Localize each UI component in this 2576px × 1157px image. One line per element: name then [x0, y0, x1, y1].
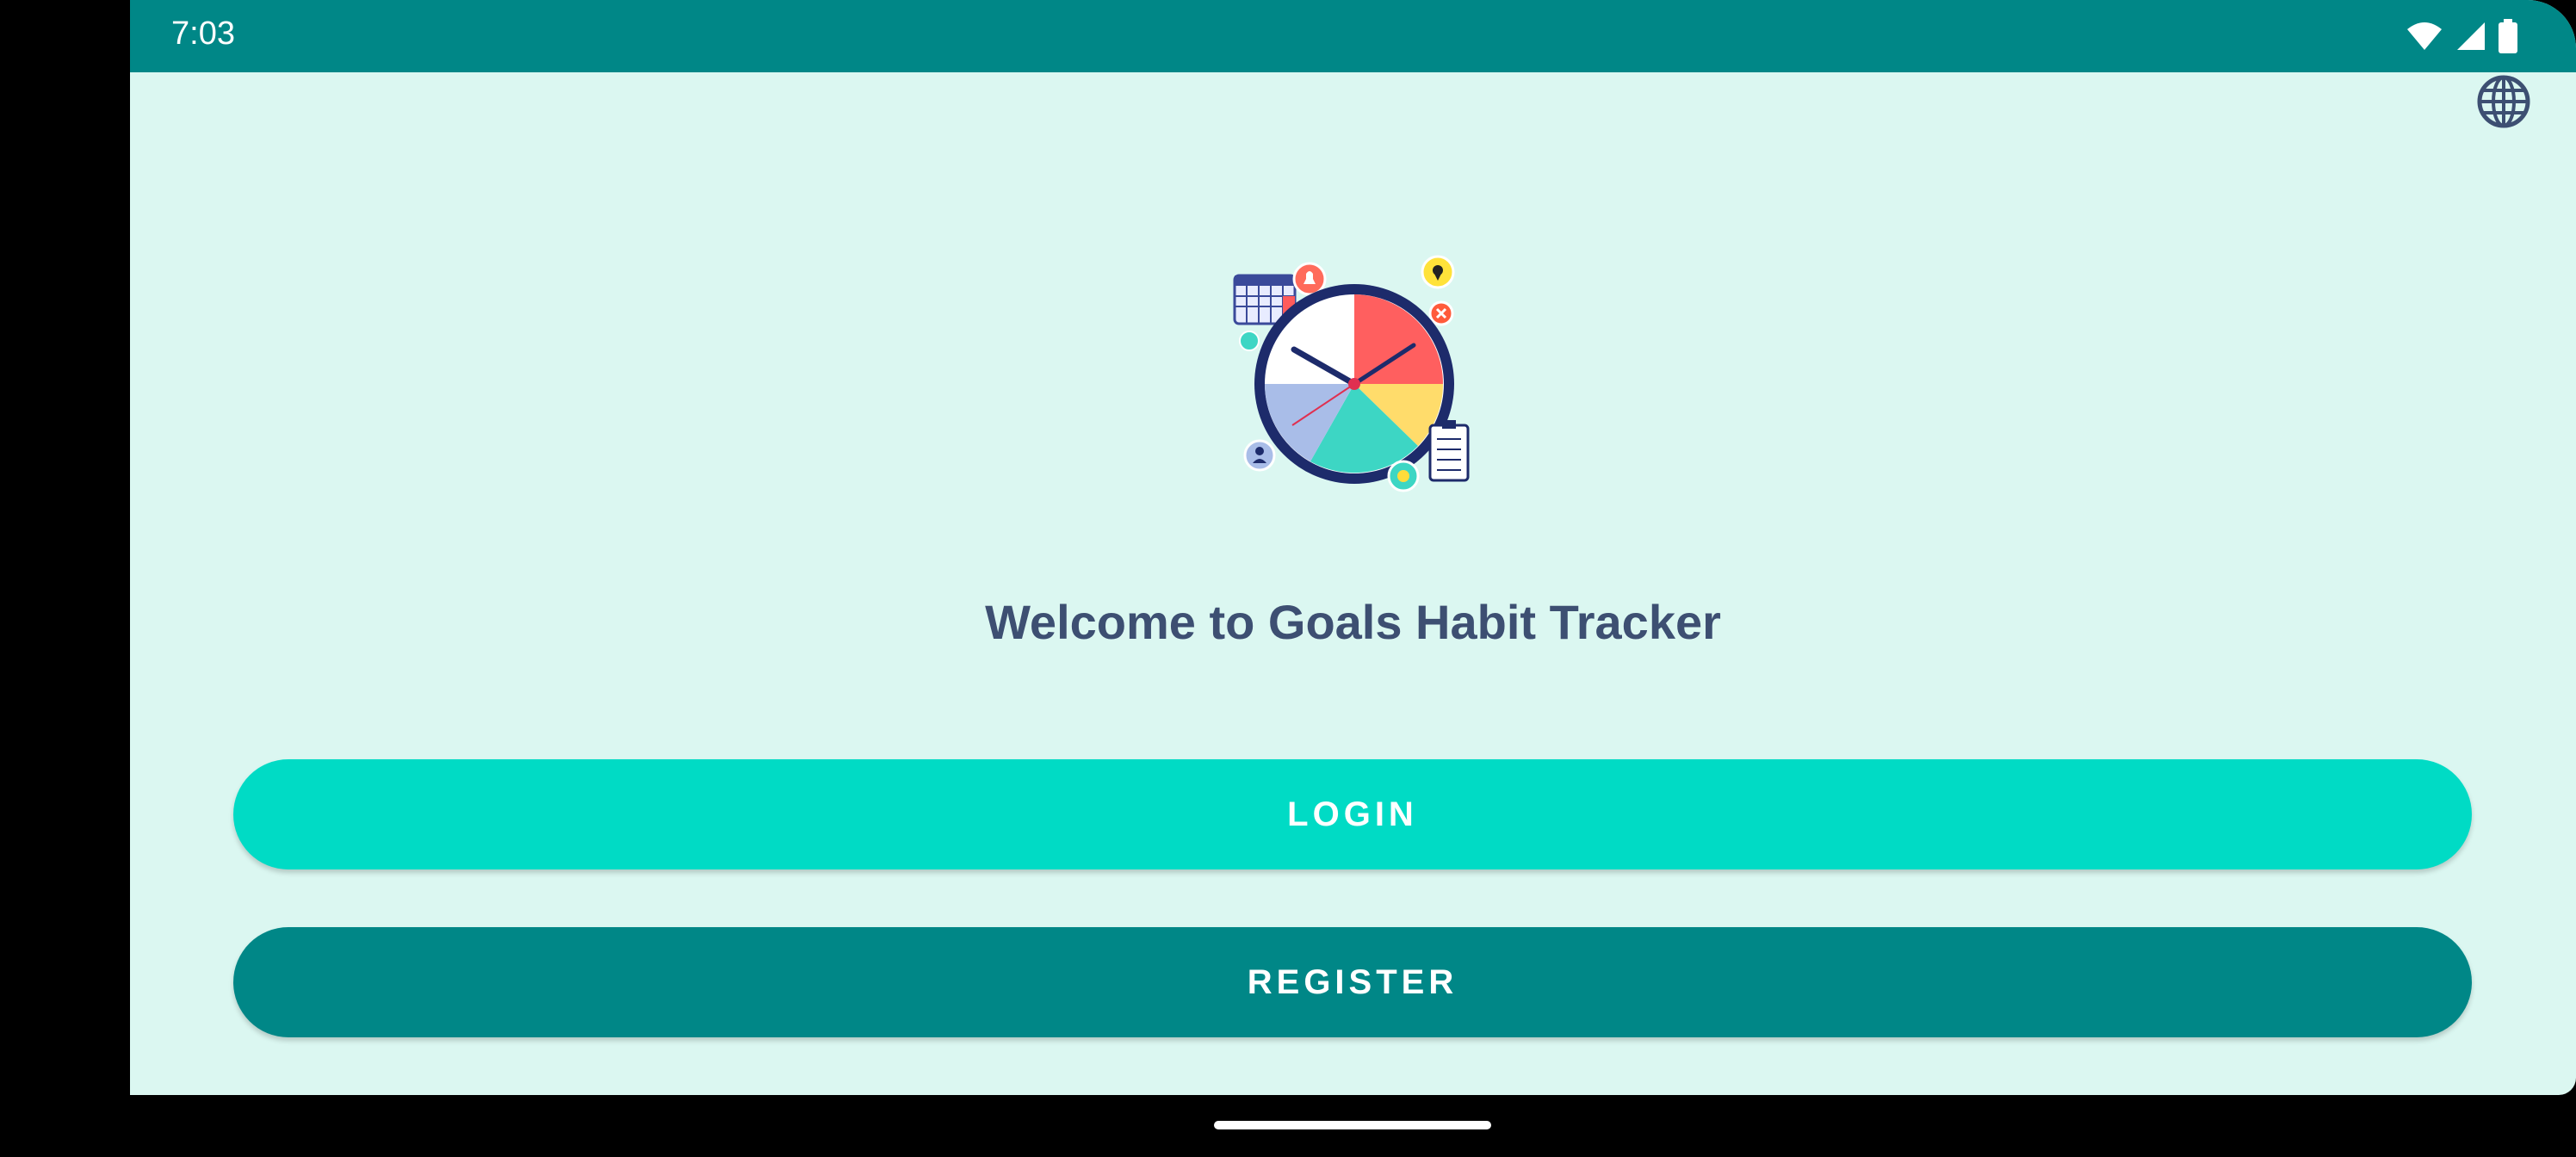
- home-gesture-handle[interactable]: [1214, 1121, 1491, 1129]
- app-screen: 7:03 Welcome to Goals Habit Tracker LOGI…: [130, 0, 2576, 1095]
- register-button-label: REGISTER: [1247, 962, 1458, 1001]
- register-button[interactable]: REGISTER: [233, 927, 2472, 1037]
- globe-icon[interactable]: [2476, 74, 2531, 129]
- signal-icon: [2457, 22, 2485, 50]
- clipboard-icon: [1428, 420, 1470, 482]
- status-icons: [2406, 17, 2517, 55]
- login-button[interactable]: LOGIN: [233, 759, 2472, 869]
- habit-clock-illustration: [1233, 255, 1470, 492]
- welcome-title: Welcome to Goals Habit Tracker: [985, 595, 1721, 649]
- battery-icon: [2499, 19, 2517, 53]
- wifi-icon: [2407, 22, 2442, 50]
- status-time: 7:03: [171, 15, 235, 52]
- status-bar: 7:03: [130, 0, 2576, 72]
- login-button-label: LOGIN: [1287, 795, 1418, 833]
